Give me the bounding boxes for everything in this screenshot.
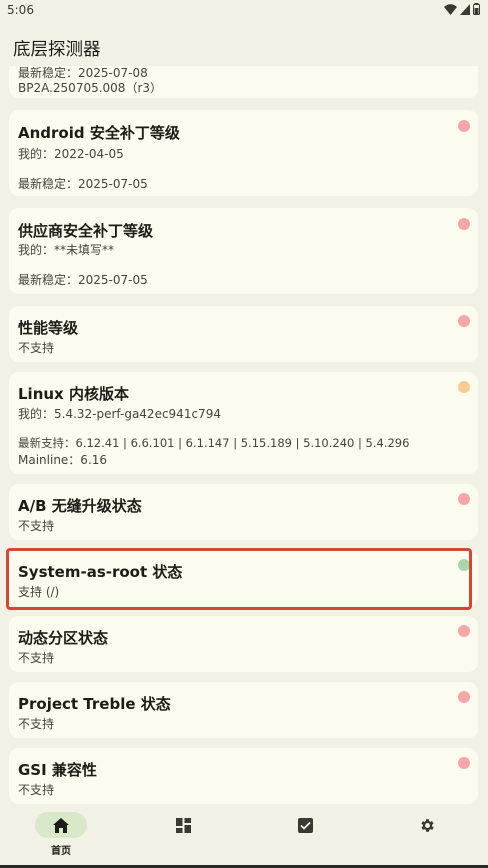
app-bar: 底层探测器 — [0, 22, 488, 70]
nav-home-pill[interactable] — [35, 812, 87, 838]
status-dot-red — [458, 120, 470, 132]
signal-icon — [460, 3, 470, 15]
card-title: Project Treble 状态 — [18, 695, 171, 713]
status-dot-red — [458, 625, 470, 637]
status-dot-red — [458, 691, 470, 703]
latest-value: 最新稳定：2025-07-05 — [18, 273, 148, 287]
checklist-icon — [297, 817, 313, 833]
card-performance-class: 性能等级 不支持 — [9, 306, 478, 362]
card-vendor-security-patch: 供应商安全补丁等级 我的：**未填写** 最新稳定：2025-07-05 — [9, 208, 478, 294]
nav-home-label: 首页 — [51, 846, 71, 857]
latest-value: 最新稳定：2025-07-05 — [18, 177, 148, 191]
highlight-box — [6, 548, 472, 610]
status-dot-red — [458, 493, 470, 505]
card-title: 动态分区状态 — [18, 629, 109, 647]
card-dynamic-partitions: 动态分区状态 不支持 — [9, 616, 478, 672]
card-value: 不支持 — [18, 651, 55, 665]
nav-dashboard[interactable] — [143, 810, 223, 860]
status-dot-red — [458, 315, 470, 327]
home-icon — [53, 817, 69, 833]
card-linux-kernel: Linux 内核版本 我的：5.4.32-perf-ga42ec941c794 … — [9, 372, 478, 474]
status-dot-orange — [458, 381, 470, 393]
nav-checklist[interactable] — [265, 810, 345, 860]
nav-dashboard-pill[interactable] — [157, 812, 209, 838]
mine-value: 我的：**未填写** — [18, 243, 115, 257]
card-title: Linux 内核版本 — [18, 385, 129, 403]
latest-value: 最新支持：6.12.41 | 6.6.101 | 6.1.147 | 5.15.… — [18, 436, 410, 450]
card-title: 供应商安全补丁等级 — [18, 222, 154, 240]
card-title: 性能等级 — [18, 319, 79, 337]
page-title: 底层探测器 — [13, 40, 101, 60]
status-icons — [444, 3, 480, 15]
card-value: 不支持 — [18, 519, 55, 533]
card-build-version: 最新稳定：2025-07-08 BP2A.250705.008（r3） — [9, 66, 478, 98]
mainline-value: Mainline：6.16 — [18, 453, 108, 467]
status-dot-red — [458, 218, 470, 230]
nav-home[interactable]: 首页 — [21, 810, 101, 860]
card-value: 不支持 — [18, 783, 55, 797]
card-gsi-compatibility: GSI 兼容性 不支持 — [9, 748, 478, 804]
card-ab-update: A/B 无缝升级状态 不支持 — [9, 484, 478, 540]
status-dot-red — [458, 757, 470, 769]
card-value: 不支持 — [18, 341, 55, 355]
card-value: 不支持 — [18, 717, 55, 731]
card-title: Android 安全补丁等级 — [18, 124, 180, 142]
mine-value: 我的：5.4.32-perf-ga42ec941c794 — [18, 407, 221, 421]
dashboard-icon — [175, 817, 191, 833]
card-title: A/B 无缝升级状态 — [18, 497, 142, 515]
bottom-nav: 首页 — [0, 804, 488, 868]
card-title: GSI 兼容性 — [18, 761, 97, 779]
status-bar: 5:06 — [0, 0, 488, 22]
nav-checklist-pill[interactable] — [279, 812, 331, 838]
build-number-text: BP2A.250705.008（r3） — [18, 81, 163, 95]
wifi-icon — [444, 3, 457, 15]
status-time: 5:06 — [7, 3, 34, 17]
nav-settings-pill[interactable] — [401, 812, 453, 838]
battery-icon — [473, 3, 480, 15]
mine-value: 我的：2022-04-05 — [18, 147, 124, 161]
nav-settings[interactable] — [387, 810, 467, 860]
settings-icon — [420, 818, 434, 832]
card-android-security-patch: Android 安全补丁等级 我的：2022-04-05 最新稳定：2025-0… — [9, 110, 478, 196]
card-project-treble: Project Treble 状态 不支持 — [9, 682, 478, 738]
info-list[interactable]: 最新稳定：2025-07-08 BP2A.250705.008（r3） Andr… — [0, 66, 488, 804]
